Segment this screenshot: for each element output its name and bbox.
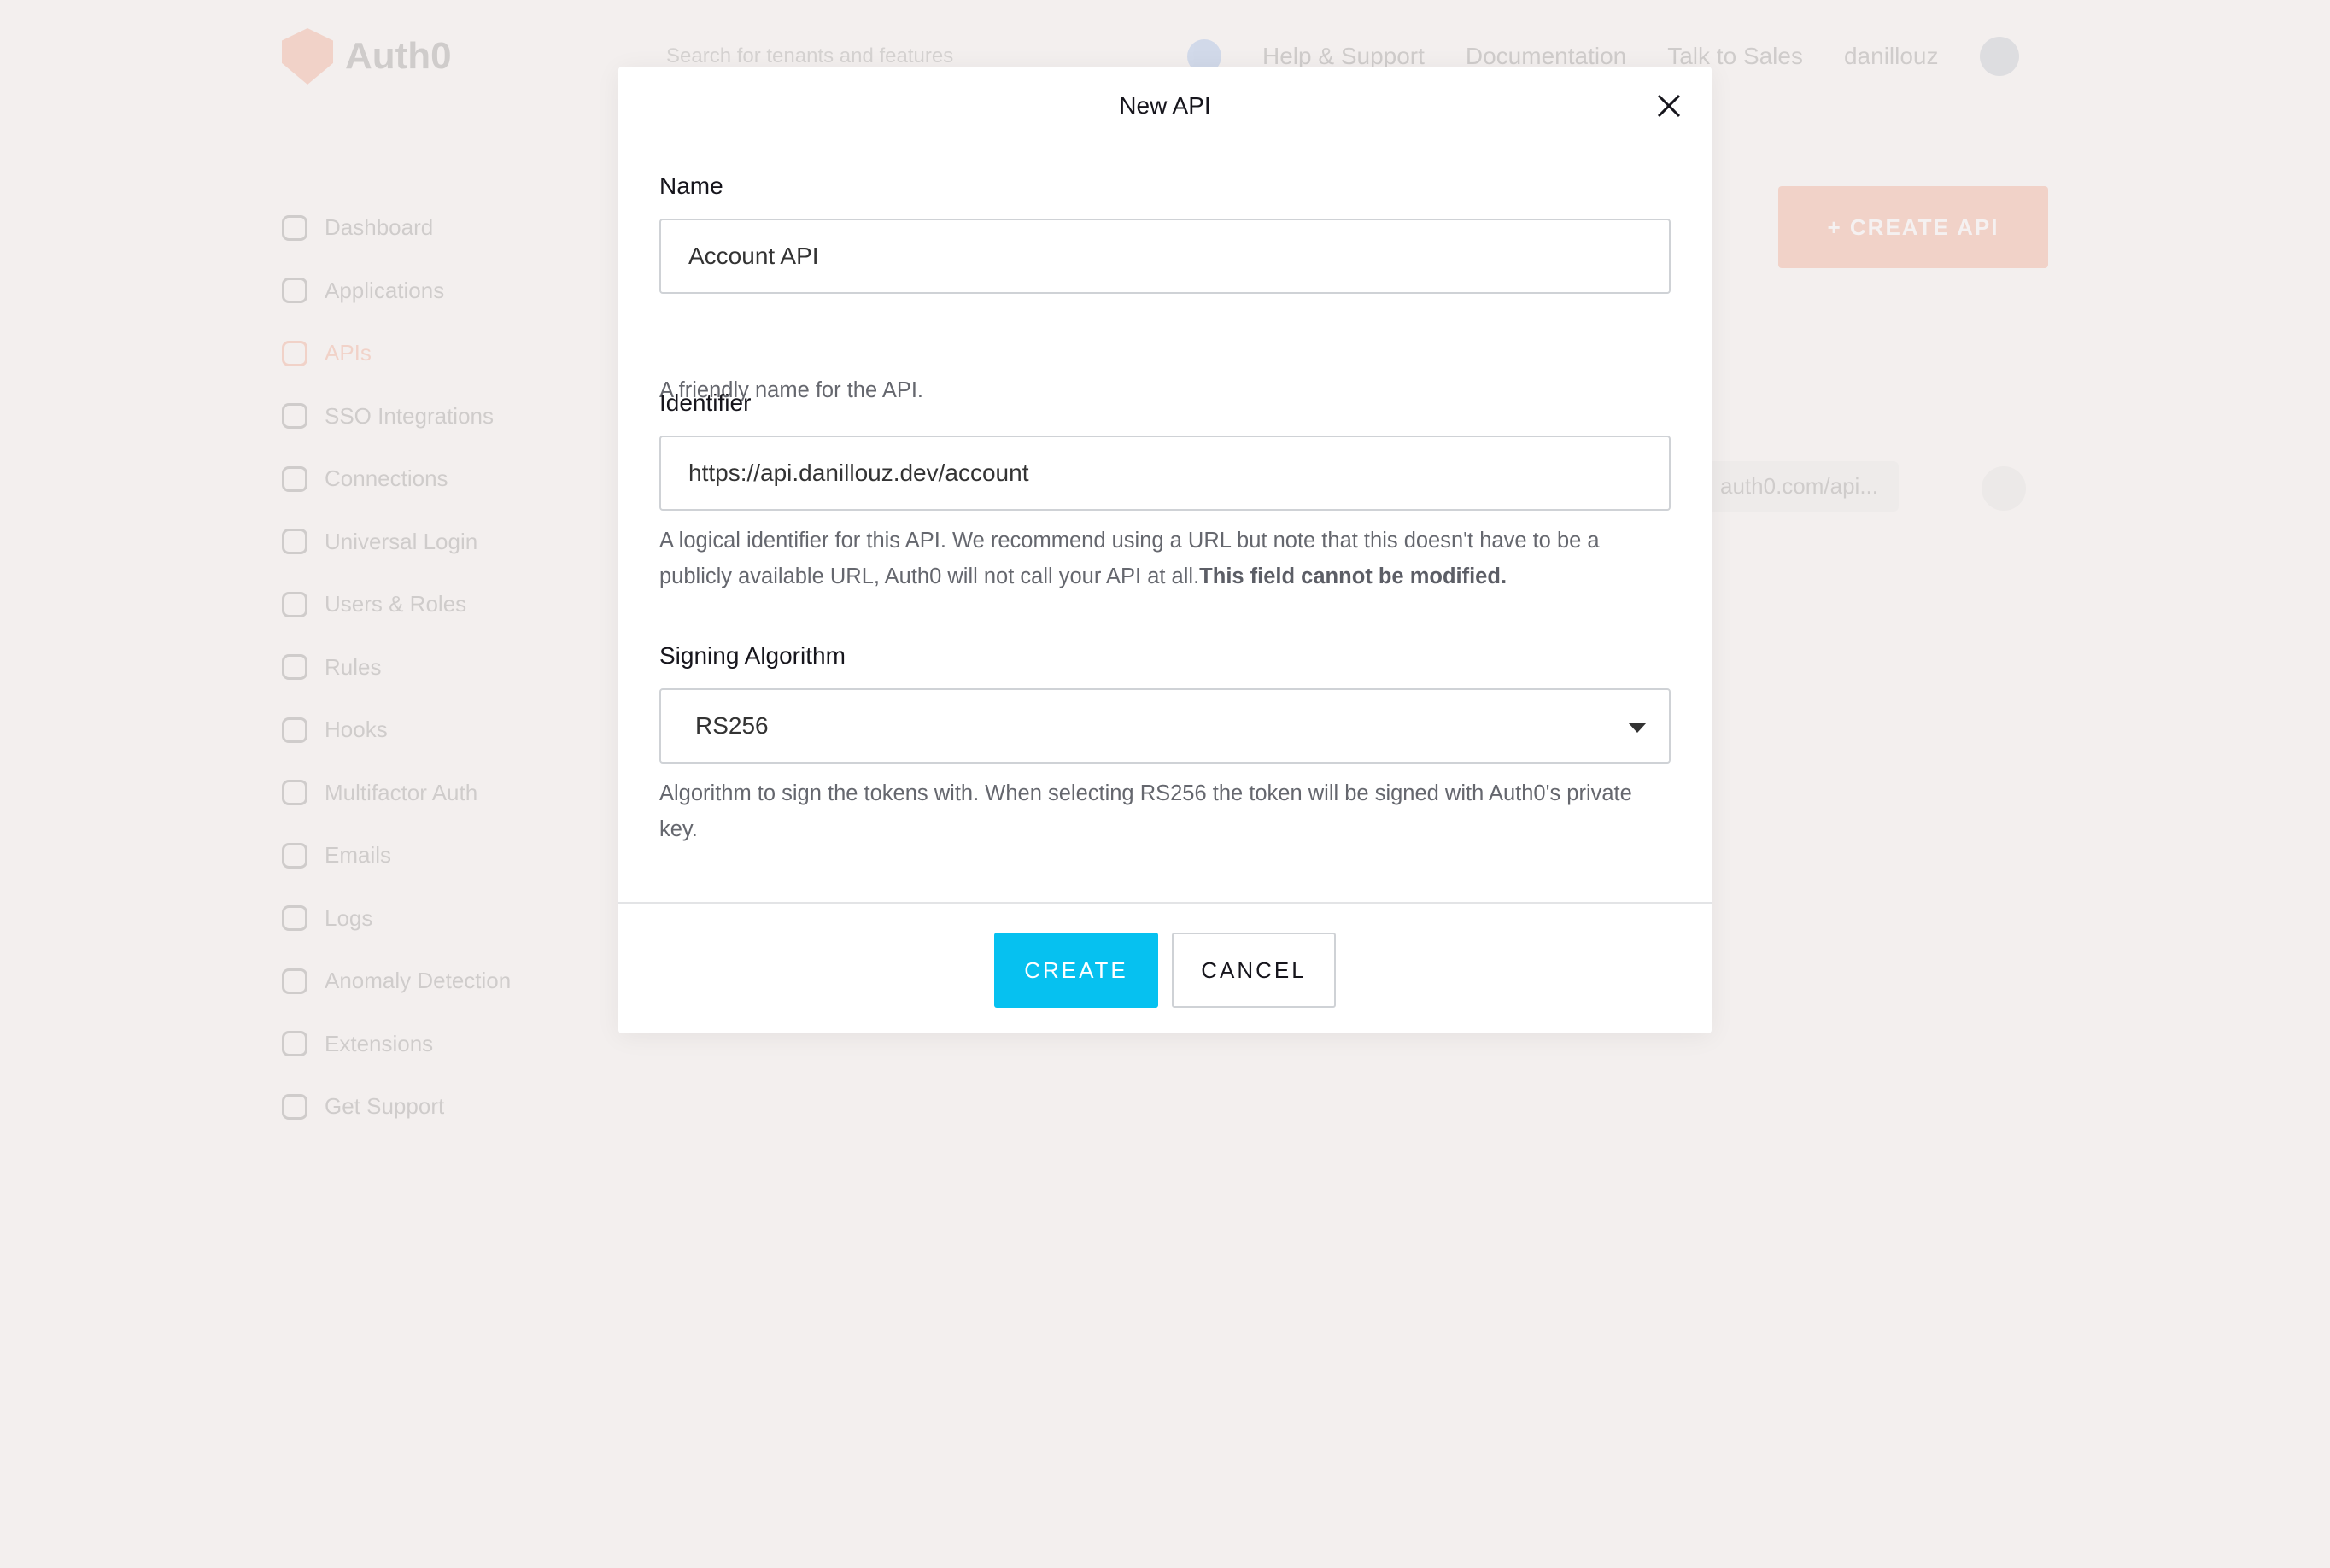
search-input-placeholder: Search for tenants and features: [666, 44, 954, 67]
sidebar-item-support: Get Support: [282, 1075, 606, 1138]
sidebar-item-mfa: Multifactor Auth: [282, 762, 606, 825]
sidebar-item-label: Rules: [325, 653, 382, 680]
email-icon: [282, 842, 307, 869]
new-api-dialog: New API Name A friendly name for the API…: [618, 67, 1712, 1033]
sidebar-item-label: Applications: [325, 277, 445, 303]
sidebar-item-hooks: Hooks: [282, 699, 606, 762]
sidebar-item-universal-login: Universal Login: [282, 511, 606, 574]
brand: Auth0: [282, 24, 452, 89]
sidebar-item-applications: Applications: [282, 260, 606, 323]
sidebar-item-rules: Rules: [282, 636, 606, 699]
sidebar-item-label: APIs: [325, 340, 372, 366]
dialog-title: New API: [1119, 92, 1211, 119]
create-button[interactable]: CREATE: [994, 933, 1158, 1008]
users-icon: [282, 591, 307, 617]
dashboard-icon: [282, 214, 307, 241]
hooks-icon: [282, 717, 307, 743]
signing-algorithm-value: RS256: [695, 712, 769, 739]
sidebar-item-label: SSO Integrations: [325, 402, 494, 429]
sidebar-item-connections: Connections: [282, 448, 606, 511]
sidebar-item-label: Get Support: [325, 1093, 445, 1120]
sidebar-item-label: Users & Roles: [325, 591, 467, 617]
close-button[interactable]: [1648, 85, 1689, 126]
identifier-input[interactable]: [659, 436, 1671, 511]
sidebar-item-label: Anomaly Detection: [325, 968, 512, 994]
sidebar-item-label: Hooks: [325, 717, 388, 743]
sidebar-item-apis: APIs: [282, 322, 606, 385]
sidebar-item-label: Universal Login: [325, 528, 478, 554]
avatar: [1979, 37, 2019, 76]
sidebar-item-label: Emails: [325, 842, 392, 869]
gear-icon: [1982, 466, 2026, 511]
identifier-help-warning: This field cannot be modified.: [1199, 565, 1507, 588]
sidebar-item-extensions: Extensions: [282, 1013, 606, 1076]
apis-icon: [282, 340, 307, 366]
caret-down-icon: [1628, 723, 1647, 733]
auth0-logo-icon: [282, 28, 333, 85]
name-label: Name: [659, 173, 723, 199]
cancel-button[interactable]: CANCEL: [1172, 933, 1336, 1008]
login-icon: [282, 529, 307, 555]
name-input[interactable]: [659, 219, 1671, 294]
sidebar-item-anomaly: Anomaly Detection: [282, 950, 606, 1013]
create-api-button: + CREATE API: [1778, 186, 2048, 268]
sidebar-item-emails: Emails: [282, 824, 606, 887]
sidebar-item-dashboard: Dashboard: [282, 196, 606, 260]
api-identifier-chip: auth0.com/api...: [1700, 461, 1899, 512]
mfa-icon: [282, 780, 307, 806]
signing-algorithm-label: Signing Algorithm: [659, 642, 846, 669]
sidebar-item-label: Multifactor Auth: [325, 779, 478, 805]
logs-icon: [282, 905, 307, 932]
brand-name: Auth0: [345, 35, 452, 77]
sidebar: Dashboard Applications APIs SSO Integrat…: [282, 196, 606, 1138]
sidebar-item-label: Dashboard: [325, 214, 434, 241]
name-help: A friendly name for the API.: [659, 378, 924, 402]
dialog-footer-divider: [618, 902, 1712, 904]
cloud-icon: [282, 403, 307, 430]
signing-algorithm-help: Algorithm to sign the tokens with. When …: [659, 781, 1632, 841]
connections-icon: [282, 465, 307, 492]
identifier-help: A logical identifier for this API. We re…: [659, 523, 1671, 594]
signing-algorithm-select[interactable]: RS256: [659, 688, 1671, 764]
sidebar-item-users-roles: Users & Roles: [282, 573, 606, 636]
sidebar-item-label: Connections: [325, 465, 448, 492]
sidebar-item-label: Extensions: [325, 1030, 434, 1056]
heart-icon: [282, 968, 307, 994]
extensions-icon: [282, 1031, 307, 1057]
sidebar-item-sso: SSO Integrations: [282, 385, 606, 448]
user-name: danillouz: [1843, 43, 1939, 69]
applications-icon: [282, 278, 307, 304]
rules-icon: [282, 654, 307, 681]
sidebar-item-logs: Logs: [282, 887, 606, 951]
support-icon: [282, 1093, 307, 1120]
sidebar-item-label: Logs: [325, 904, 373, 931]
identifier-label: Identifier: [659, 389, 752, 416]
close-icon: [1657, 94, 1681, 118]
